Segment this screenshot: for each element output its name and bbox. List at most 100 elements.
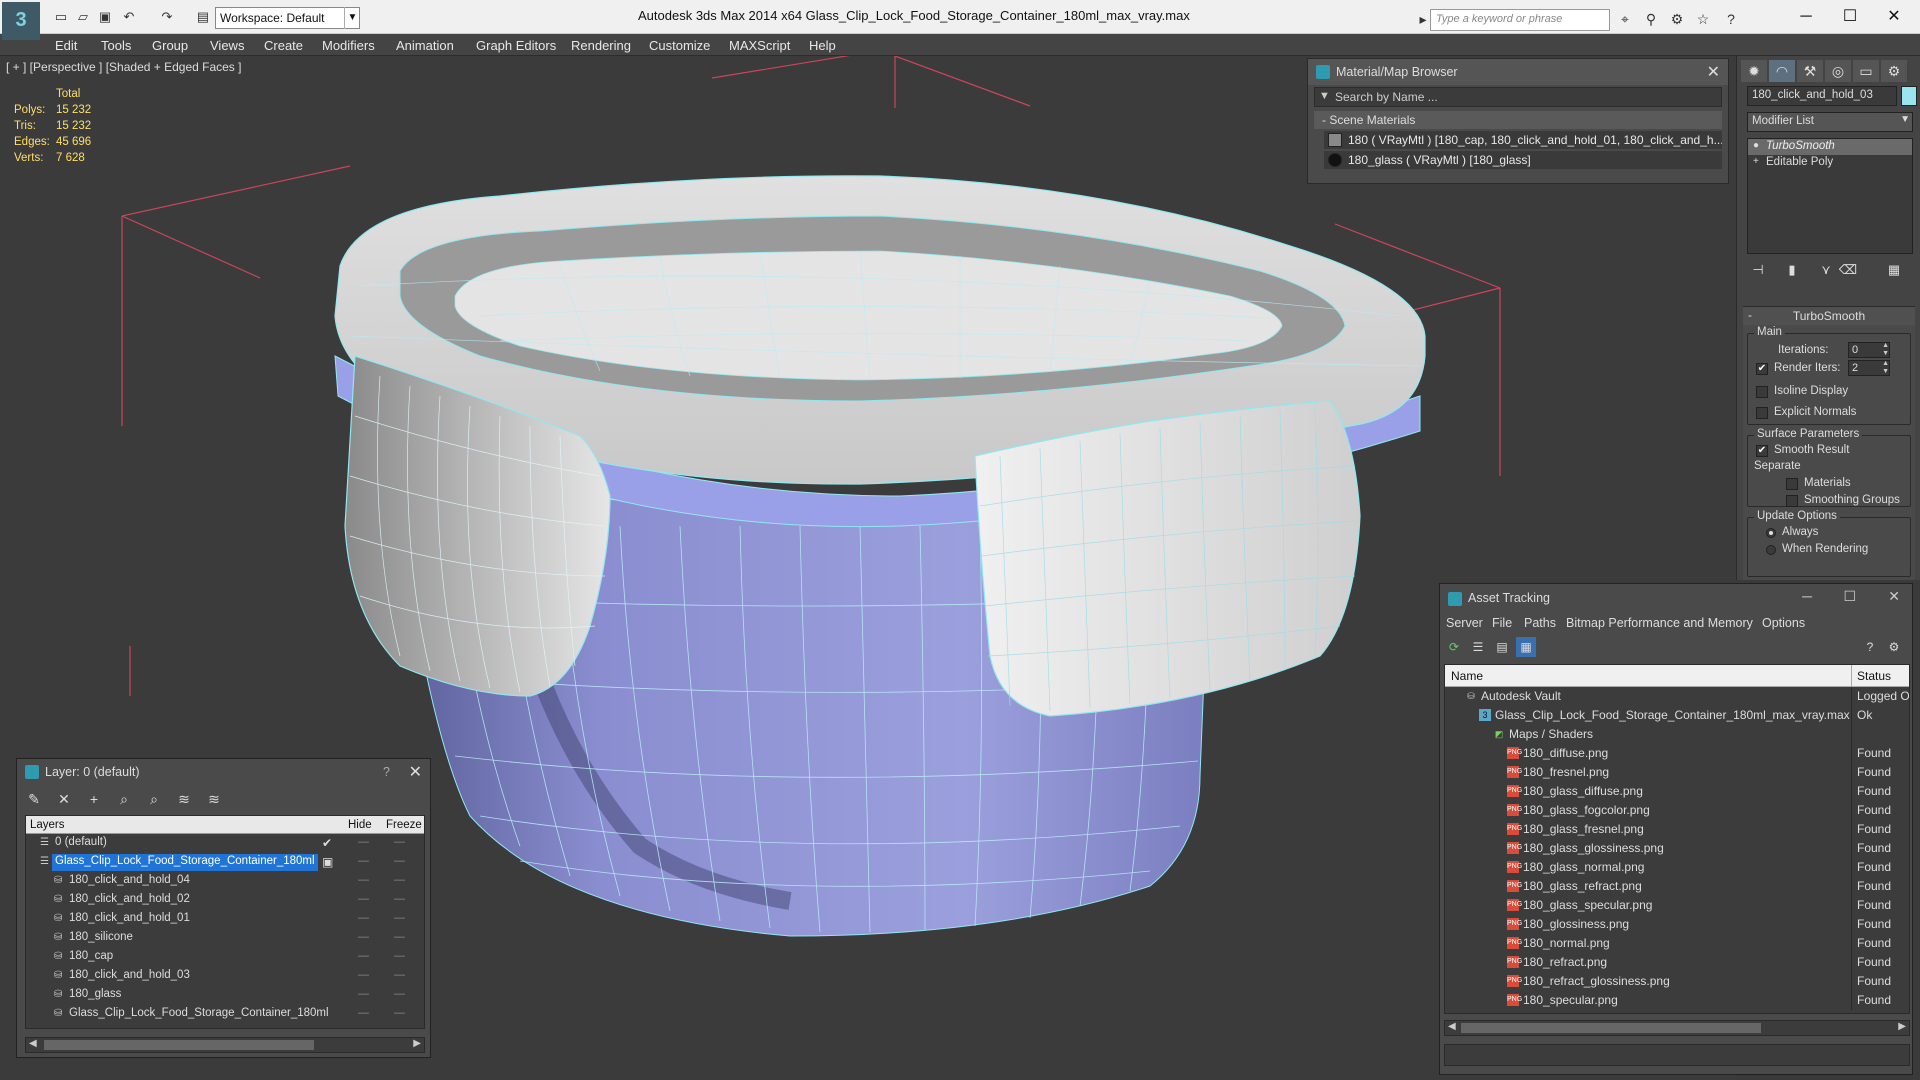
- asset-row[interactable]: PNG 180_glass_fogcolor.png Found: [1445, 801, 1909, 820]
- asset-row[interactable]: 3 Glass_Clip_Lock_Food_Storage_Container_…: [1445, 706, 1909, 725]
- col-freeze[interactable]: Freeze: [386, 819, 422, 831]
- workspace-select[interactable]: Workspace: Default: [215, 7, 360, 29]
- iterations-spinner[interactable]: 0 ▲ ▼: [1848, 342, 1890, 358]
- redo-icon[interactable]: ↷: [158, 8, 176, 26]
- layer-name[interactable]: 180_click_and_hold_01: [66, 911, 193, 928]
- menu-rendering[interactable]: Rendering: [571, 38, 631, 53]
- help-icon[interactable]: ?: [1722, 10, 1740, 28]
- expand-icon[interactable]: +: [1753, 156, 1759, 167]
- freeze-toggle[interactable]: —: [394, 969, 408, 981]
- remove-modifier-icon[interactable]: ⌫: [1837, 260, 1859, 280]
- spinner-arrows-icon[interactable]: ▲ ▼: [1882, 360, 1889, 376]
- maximize-icon[interactable]: ☐: [1830, 4, 1870, 30]
- communication-icon[interactable]: ⚙: [1668, 10, 1686, 28]
- asset-row[interactable]: PNG 180_glass_fresnel.png Found: [1445, 820, 1909, 839]
- highlight-layer-icon[interactable]: ⌕: [143, 789, 165, 809]
- delete-layer-icon[interactable]: ✕: [53, 789, 75, 809]
- layer-row[interactable]: ⛁ 180_click_and_hold_02 — —: [26, 891, 424, 910]
- close-icon[interactable]: ✕: [1874, 4, 1914, 30]
- scene-materials-section[interactable]: - Scene Materials: [1314, 111, 1722, 129]
- menu-edit[interactable]: Edit: [55, 38, 77, 53]
- menu-tools[interactable]: Tools: [101, 38, 131, 53]
- update-always-radio[interactable]: [1766, 528, 1776, 538]
- material-row[interactable]: 180_glass ( VRayMtl ) [180_glass]: [1324, 151, 1722, 169]
- render-iters-spinner[interactable]: 2 ▲ ▼: [1848, 360, 1890, 376]
- hide-toggle[interactable]: —: [358, 1007, 372, 1019]
- utilities-tab-icon[interactable]: ⚙: [1881, 60, 1907, 82]
- collapse-icon[interactable]: -: [1748, 308, 1752, 322]
- hide-toggle[interactable]: —: [358, 855, 372, 867]
- select-objects-icon[interactable]: ⌕: [113, 789, 135, 809]
- viewport-label[interactable]: [ + ] [Perspective ] [Shaded + Edged Fac…: [6, 60, 241, 74]
- show-end-result-icon[interactable]: ▮: [1781, 260, 1803, 280]
- scroll-left-icon[interactable]: ◀: [29, 1038, 37, 1049]
- create-layer-icon[interactable]: ✎: [23, 789, 45, 809]
- asset-row[interactable]: ◩ Maps / Shaders: [1445, 725, 1909, 744]
- menu-modifiers[interactable]: Modifiers: [322, 38, 375, 53]
- smooth-result-checkbox[interactable]: ✔: [1756, 445, 1768, 457]
- scroll-right-icon[interactable]: ▶: [413, 1038, 421, 1049]
- freeze-toggle[interactable]: —: [394, 988, 408, 1000]
- favorites-star-icon[interactable]: ☆: [1694, 10, 1712, 28]
- scrollbar-thumb[interactable]: [1461, 1023, 1761, 1033]
- minimize-icon[interactable]: ─: [1786, 4, 1826, 30]
- asset-row[interactable]: ⛁ Autodesk Vault Logged O: [1445, 687, 1909, 706]
- hide-all-layers-icon[interactable]: ≋: [173, 789, 195, 809]
- pin-stack-icon[interactable]: ⊣: [1747, 260, 1769, 280]
- hide-toggle[interactable]: —: [358, 836, 372, 848]
- new-file-icon[interactable]: ▭: [52, 8, 70, 26]
- object-name-field[interactable]: 180_click_and_hold_03: [1747, 86, 1897, 106]
- material-browser-titlebar[interactable]: Material/Map Browser ✕: [1308, 59, 1728, 85]
- spinner-arrows-icon[interactable]: ▲ ▼: [1882, 342, 1889, 358]
- right-clip[interactable]: [974, 400, 1361, 717]
- asset-row[interactable]: PNG 180_normal.png Found: [1445, 934, 1909, 953]
- collapse-icon[interactable]: -: [1322, 113, 1326, 127]
- scrollbar-thumb[interactable]: [44, 1040, 314, 1050]
- refresh-icon[interactable]: ⟳: [1444, 637, 1464, 657]
- layer-row[interactable]: ⛁ 180_glass — —: [26, 986, 424, 1005]
- help-icon[interactable]: ?: [1860, 637, 1880, 657]
- asset-row[interactable]: PNG 180_refract_glossiness.png Found: [1445, 972, 1909, 991]
- asset-row[interactable]: PNG 180_glossiness.png Found: [1445, 915, 1909, 934]
- freeze-toggle[interactable]: —: [394, 893, 408, 905]
- hide-toggle[interactable]: —: [358, 931, 372, 943]
- col-hide[interactable]: Hide: [348, 819, 372, 831]
- configure-sets-icon[interactable]: ▦: [1883, 260, 1905, 280]
- freeze-all-layers-icon[interactable]: ≋: [203, 789, 225, 809]
- undo-icon[interactable]: ↶: [120, 8, 138, 26]
- menu-group[interactable]: Group: [152, 38, 188, 53]
- asset-row[interactable]: PNG 180_glass_refract.png Found: [1445, 877, 1909, 896]
- add-to-layer-icon[interactable]: +: [83, 789, 105, 809]
- menu-bitmap-performance[interactable]: Bitmap Performance and Memory: [1566, 616, 1753, 630]
- layer-dialog-titlebar[interactable]: Layer: 0 (default) ? ✕: [17, 759, 430, 785]
- help-icon[interactable]: ?: [383, 765, 390, 779]
- make-unique-icon[interactable]: ⋎: [1815, 260, 1837, 280]
- layer-name[interactable]: Glass_Clip_Lock_Food_Storage_Container_1…: [52, 854, 318, 871]
- thumbnail-view-icon[interactable]: ▤: [1492, 637, 1512, 657]
- layer-row[interactable]: ⛁ 180_click_and_hold_03 — —: [26, 967, 424, 986]
- menu-maxscript[interactable]: MAXScript: [729, 38, 790, 53]
- asset-row[interactable]: PNG 180_glass_normal.png Found: [1445, 858, 1909, 877]
- material-row[interactable]: 180 ( VRayMtl ) [180_cap, 180_click_and_…: [1324, 131, 1722, 149]
- separate-materials-checkbox[interactable]: [1786, 478, 1798, 490]
- menu-file[interactable]: File: [1492, 616, 1512, 630]
- asset-row[interactable]: PNG 180_refract.png Found: [1445, 953, 1909, 972]
- scroll-right-icon[interactable]: ▶: [1898, 1021, 1906, 1032]
- hide-toggle[interactable]: —: [358, 893, 372, 905]
- material-search-input[interactable]: ▼ Search by Name ...: [1314, 87, 1722, 107]
- layer-name[interactable]: 180_click_and_hold_03: [66, 968, 193, 985]
- hide-toggle[interactable]: —: [358, 969, 372, 981]
- object-color-swatch[interactable]: [1901, 86, 1917, 106]
- stack-item-turbosmooth[interactable]: ● TurboSmooth: [1748, 139, 1912, 155]
- update-when-rendering-radio[interactable]: [1766, 545, 1776, 555]
- hierarchy-tab-icon[interactable]: ⚒: [1797, 60, 1823, 82]
- open-file-icon[interactable]: ▱: [74, 8, 92, 26]
- modify-tab-icon[interactable]: ◠: [1769, 60, 1795, 82]
- asset-row[interactable]: PNG 180_specular.png Found: [1445, 991, 1909, 1010]
- layer-row[interactable]: ⛁ 180_click_and_hold_04 — —: [26, 872, 424, 891]
- freeze-toggle[interactable]: —: [394, 950, 408, 962]
- minimize-icon[interactable]: ─: [1802, 588, 1812, 604]
- create-tab-icon[interactable]: ✹: [1741, 60, 1767, 82]
- column-separator[interactable]: [1851, 665, 1852, 687]
- table-view-icon[interactable]: ▦: [1516, 637, 1536, 657]
